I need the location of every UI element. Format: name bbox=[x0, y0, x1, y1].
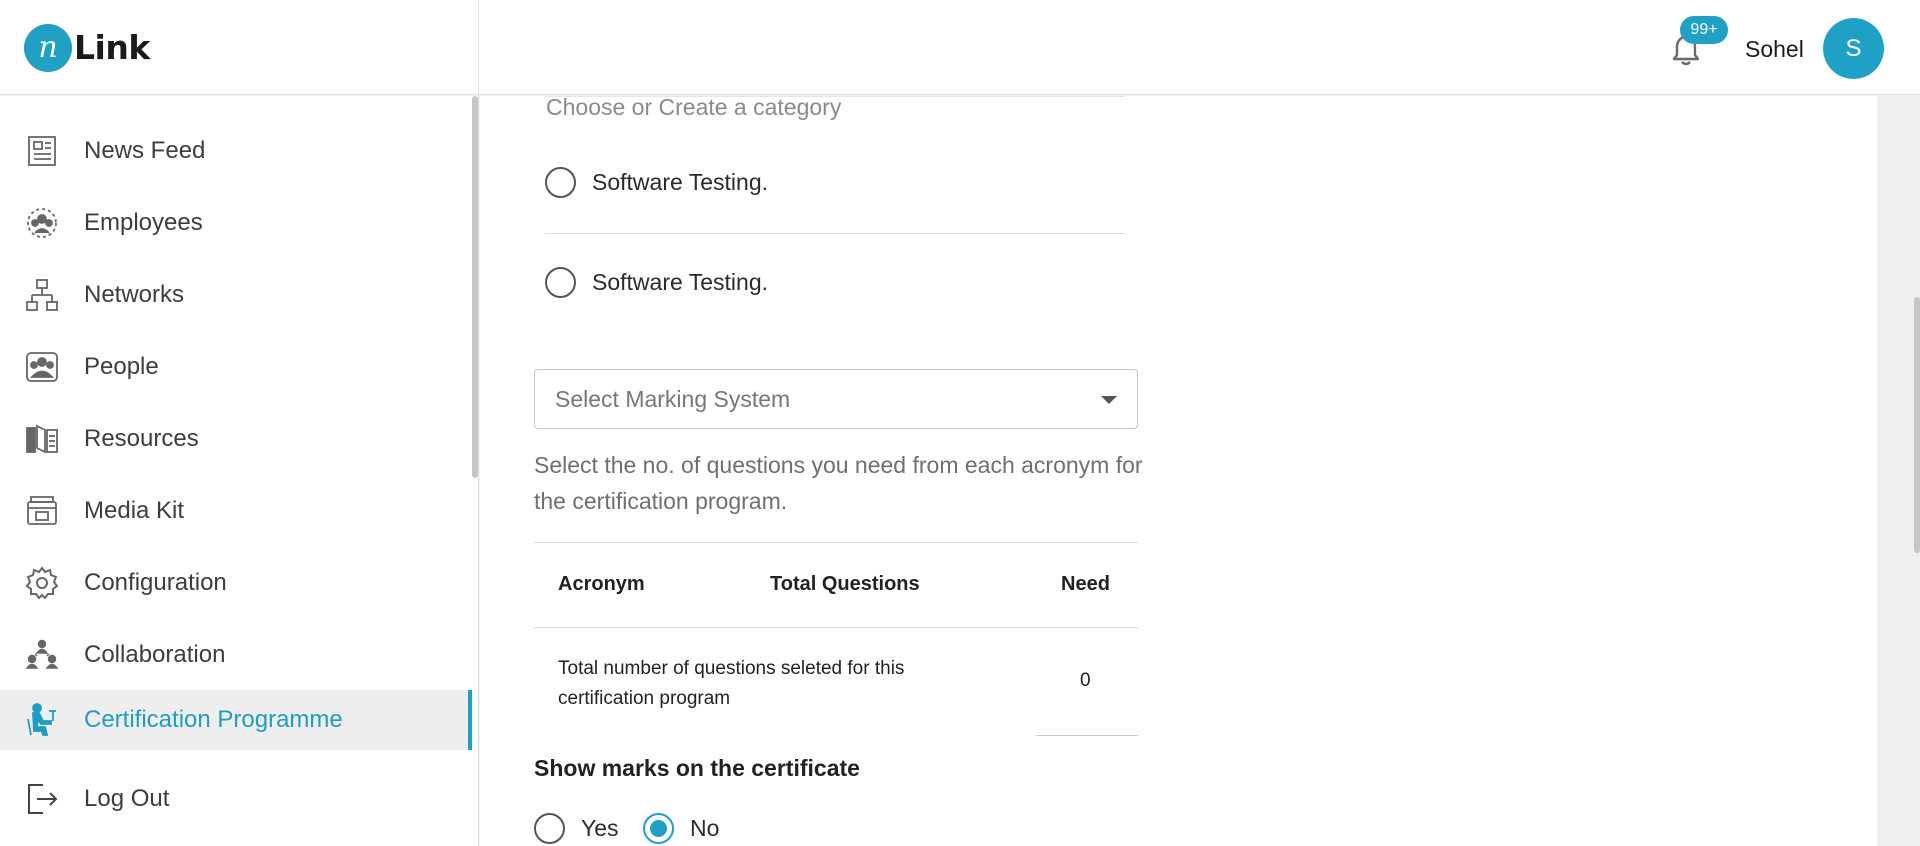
column-header-total-questions: Total Questions bbox=[770, 573, 920, 595]
category-field[interactable]: Choose or Create a category bbox=[546, 94, 841, 121]
sidebar-item-employees[interactable]: Employees bbox=[0, 193, 472, 253]
gear-icon bbox=[24, 565, 60, 601]
sidebar-item-news-feed[interactable]: News Feed bbox=[0, 121, 472, 181]
caret-down-icon bbox=[1101, 396, 1117, 404]
category-option-2[interactable]: Software Testing. bbox=[545, 267, 768, 298]
sidebar-item-label: Certification Programme bbox=[84, 706, 343, 733]
sidebar-item-certification-programme[interactable]: Certification Programme bbox=[0, 690, 472, 750]
sidebar-item-networks[interactable]: Networks bbox=[0, 265, 472, 325]
category-option-1[interactable]: Software Testing. bbox=[545, 167, 768, 198]
active-indicator bbox=[468, 690, 472, 750]
show-marks-title: Show marks on the certificate bbox=[534, 755, 860, 781]
option-divider bbox=[545, 233, 1125, 234]
marking-system-placeholder: Select Marking System bbox=[555, 385, 791, 412]
yes-radio[interactable] bbox=[534, 813, 565, 844]
yes-label: Yes bbox=[581, 815, 619, 841]
certification-icon bbox=[24, 702, 60, 738]
column-header-need: Need bbox=[1061, 573, 1110, 595]
table-top-border bbox=[534, 542, 1138, 543]
sidebar-item-resources[interactable]: Resources bbox=[0, 409, 472, 469]
column-header-acronym: Acronym bbox=[558, 573, 645, 595]
no-label: No bbox=[690, 815, 720, 841]
book-icon bbox=[24, 421, 60, 457]
category-option-label: Software Testing. bbox=[592, 169, 769, 195]
sidebar-item-label: Configuration bbox=[84, 569, 227, 596]
total-row-underline bbox=[1036, 735, 1138, 736]
sidebar-item-label: Collaboration bbox=[84, 641, 226, 668]
sidebar-item-people[interactable]: People bbox=[0, 337, 472, 397]
people-icon bbox=[24, 349, 60, 385]
total-row-value: 0 bbox=[1080, 670, 1091, 691]
table-header-border bbox=[534, 627, 1138, 628]
sidebar-scrollbar[interactable] bbox=[472, 96, 478, 478]
sidebar-item-label: Log Out bbox=[84, 785, 170, 812]
sidebar-item-label: People bbox=[84, 353, 159, 380]
show-marks-yes[interactable]: Yes bbox=[534, 813, 619, 844]
newspaper-icon bbox=[24, 133, 60, 169]
collaboration-icon bbox=[24, 637, 60, 673]
sidebar-item-media-kit[interactable]: Media Kit bbox=[0, 481, 472, 541]
sidebar-item-collaboration[interactable]: Collaboration bbox=[0, 625, 472, 685]
sidebar-item-configuration[interactable]: Configuration bbox=[0, 553, 472, 613]
sidebar-item-label: Media Kit bbox=[84, 497, 185, 524]
employees-icon bbox=[24, 205, 60, 241]
user-name[interactable]: Sohel bbox=[1745, 36, 1804, 63]
no-radio-selected[interactable] bbox=[643, 813, 674, 844]
show-marks-no[interactable]: No bbox=[643, 813, 719, 844]
logo[interactable]: n Link bbox=[0, 0, 479, 95]
category-radio[interactable] bbox=[545, 267, 576, 298]
notification-badge: 99+ bbox=[1680, 16, 1728, 44]
marking-system-select[interactable]: Select Marking System bbox=[534, 369, 1138, 429]
sidebar-item-label: Employees bbox=[84, 209, 203, 236]
media-kit-icon bbox=[24, 493, 60, 529]
sidebar-item-label: News Feed bbox=[84, 137, 206, 164]
logout-icon bbox=[24, 781, 60, 817]
category-option-label: Software Testing. bbox=[592, 269, 769, 295]
top-header: n Link 99+ Sohel S bbox=[0, 0, 1920, 95]
sidebar-item-label: Resources bbox=[84, 425, 199, 452]
sidebar-item-label: Networks bbox=[84, 281, 185, 308]
logo-mark: n bbox=[24, 23, 72, 72]
main-scrollbar[interactable] bbox=[1914, 297, 1920, 553]
total-row-label: Total number of questions seleted for th… bbox=[558, 658, 905, 709]
avatar[interactable]: S bbox=[1823, 18, 1884, 79]
acronym-help-text: Select the no. of questions you need fro… bbox=[534, 452, 1143, 514]
sidebar-item-log-out[interactable]: Log Out bbox=[0, 769, 472, 829]
logo-text: Link bbox=[74, 28, 150, 67]
network-icon bbox=[24, 277, 60, 313]
category-radio[interactable] bbox=[545, 167, 576, 198]
